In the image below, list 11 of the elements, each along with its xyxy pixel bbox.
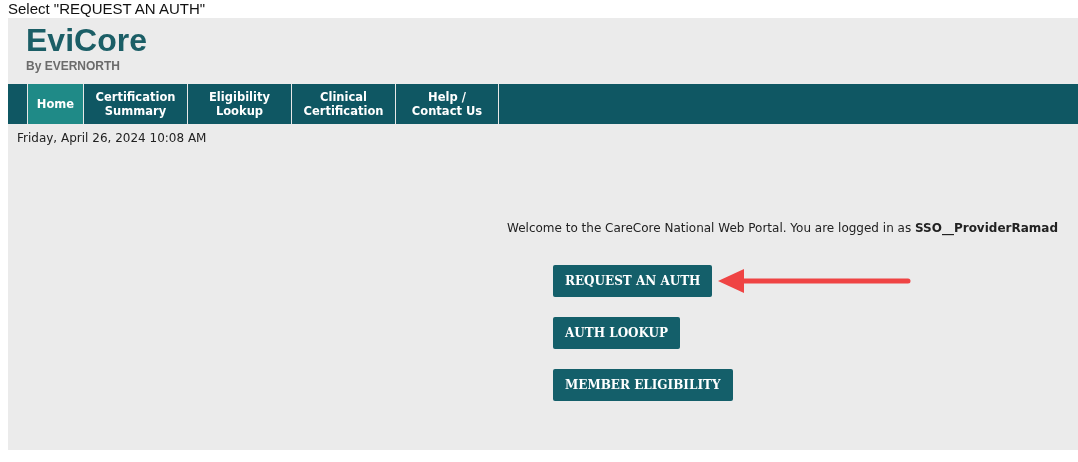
nav-tab[interactable]: Home — [27, 84, 83, 124]
action-button[interactable]: REQUEST AN AUTH — [553, 265, 713, 297]
caption-text: Select "REQUEST AN AUTH" — [7, 0, 207, 18]
date-text: Friday, April 26, 2024 10:08 AM — [16, 130, 208, 147]
action-button[interactable]: MEMBER ELIGIBILITY — [553, 369, 733, 401]
arrow-icon — [718, 269, 913, 293]
logo-tagline: By EVERNORTH — [26, 58, 120, 74]
nav-tab[interactable]: Help / Contact Us — [395, 84, 499, 124]
logo-text: EviCore — [26, 22, 147, 58]
welcome-text: Welcome to the CareCore National Web Portal. You are logged in as SSO__ProviderRamad — [507, 221, 1058, 235]
action-button[interactable]: AUTH LOOKUP — [553, 317, 681, 349]
